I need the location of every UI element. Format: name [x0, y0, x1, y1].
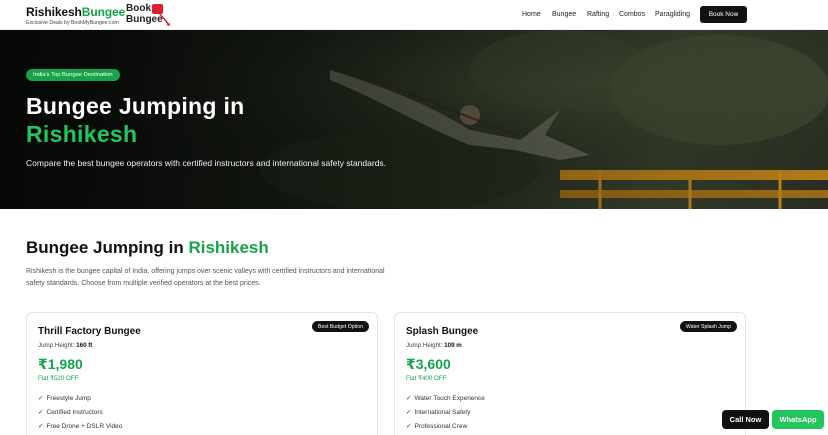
- nav-home[interactable]: Home: [522, 11, 541, 18]
- feature-item: ✓ Freestyle Jump: [38, 391, 122, 405]
- jump-height-label: Jump Height:: [38, 342, 75, 349]
- brand-title-accent: Bungee: [81, 5, 126, 19]
- feature-label: Free Drone + DSLR Video: [46, 422, 123, 430]
- operator-price: ₹3,600: [406, 356, 451, 372]
- section-title: Bungee Jumping in Rishikesh: [26, 238, 269, 258]
- partner-logo-line1: Book: [126, 3, 151, 14]
- bungee-jumper-icon: [158, 12, 170, 26]
- feature-label: Freestyle Jump: [46, 394, 91, 402]
- hero-badge: India's Top Bungee Destination: [26, 69, 120, 81]
- jump-height: Jump Height: 109 m: [406, 342, 462, 349]
- jump-height-value: 160 ft: [76, 342, 93, 349]
- book-now-button[interactable]: Book Now: [700, 6, 747, 23]
- hero-banner: India's Top Bungee Destination Bungee Ju…: [0, 30, 828, 209]
- feature-item: ✓ Water Touch Experience: [406, 391, 485, 405]
- brand-logo[interactable]: RishikeshBungee Exclusive Deals by BookM…: [26, 5, 125, 26]
- hero-description: Compare the best bungee operators with c…: [26, 158, 387, 168]
- whatsapp-button[interactable]: WhatsApp: [772, 410, 824, 429]
- nav-bungee[interactable]: Bungee: [552, 11, 576, 18]
- check-icon: ✓: [406, 409, 412, 416]
- operator-name: Splash Bungee: [406, 326, 479, 337]
- feature-label: Professional Crew: [414, 422, 468, 430]
- brand-title-main: Rishikesh: [26, 5, 82, 19]
- operator-name: Thrill Factory Bungee: [38, 326, 141, 337]
- feature-item: ✓ Free Drone + DSLR Video: [38, 419, 122, 433]
- section-description: Rishikesh is the bungee capital of India…: [26, 268, 385, 287]
- feature-list: ✓ Water Touch Experience ✓ International S…: [406, 391, 485, 433]
- check-icon: ✓: [406, 423, 412, 430]
- feature-label: Water Touch Experience: [414, 394, 485, 402]
- operator-price: ₹1,980: [38, 356, 83, 372]
- check-icon: ✓: [38, 395, 44, 402]
- feature-list: ✓ Freestyle Jump ✓ Certified Instructors ✓…: [38, 391, 122, 433]
- feature-label: Certified Instructors: [46, 408, 103, 416]
- check-icon: ✓: [38, 423, 44, 430]
- site-header: RishikeshBungee Exclusive Deals by BookM…: [0, 0, 828, 30]
- section-title-main: Bungee Jumping in: [26, 238, 189, 257]
- check-icon: ✓: [38, 409, 44, 416]
- section-title-accent: Rishikesh: [188, 238, 269, 257]
- nav-rafting[interactable]: Rafting: [587, 11, 609, 18]
- hero-title: Bungee Jumping in Rishikesh: [26, 92, 245, 148]
- nav-combos[interactable]: Combos: [619, 11, 645, 18]
- operator-card[interactable]: Thrill Factory Bungee Best Budget Option…: [26, 312, 378, 435]
- brand-title: RishikeshBungee: [26, 5, 125, 19]
- bookmybungee-logo[interactable]: Book Bungee: [126, 3, 174, 27]
- jump-height-label: Jump Height:: [406, 342, 443, 349]
- jump-height: Jump Height: 160 ft: [38, 342, 92, 349]
- jump-height-value: 109 m: [444, 342, 462, 349]
- check-icon: ✓: [406, 395, 412, 402]
- feature-item: ✓ Professional Crew: [406, 419, 485, 433]
- hero-title-line2: Rishikesh: [26, 121, 138, 147]
- call-now-button[interactable]: Call Now: [722, 410, 769, 429]
- operator-discount: Flat ₹520 OFF: [38, 375, 79, 382]
- feature-item: ✓ Certified Instructors: [38, 405, 122, 419]
- operator-badge: Water Splash Jump: [679, 321, 737, 332]
- operator-badge: Best Budget Option: [312, 321, 369, 332]
- feature-item: ✓ International Safety: [406, 405, 485, 419]
- feature-label: International Safety: [414, 408, 471, 416]
- hero-title-line1: Bungee Jumping in: [26, 93, 245, 119]
- brand-tagline: Exclusive Deals by BookMyBungee.com: [26, 20, 119, 26]
- nav-paragliding[interactable]: Paragliding: [655, 11, 690, 18]
- operator-discount: Flat ₹400 OFF: [406, 375, 447, 382]
- operator-card[interactable]: Splash Bungee Water Splash Jump Jump Hei…: [394, 312, 746, 435]
